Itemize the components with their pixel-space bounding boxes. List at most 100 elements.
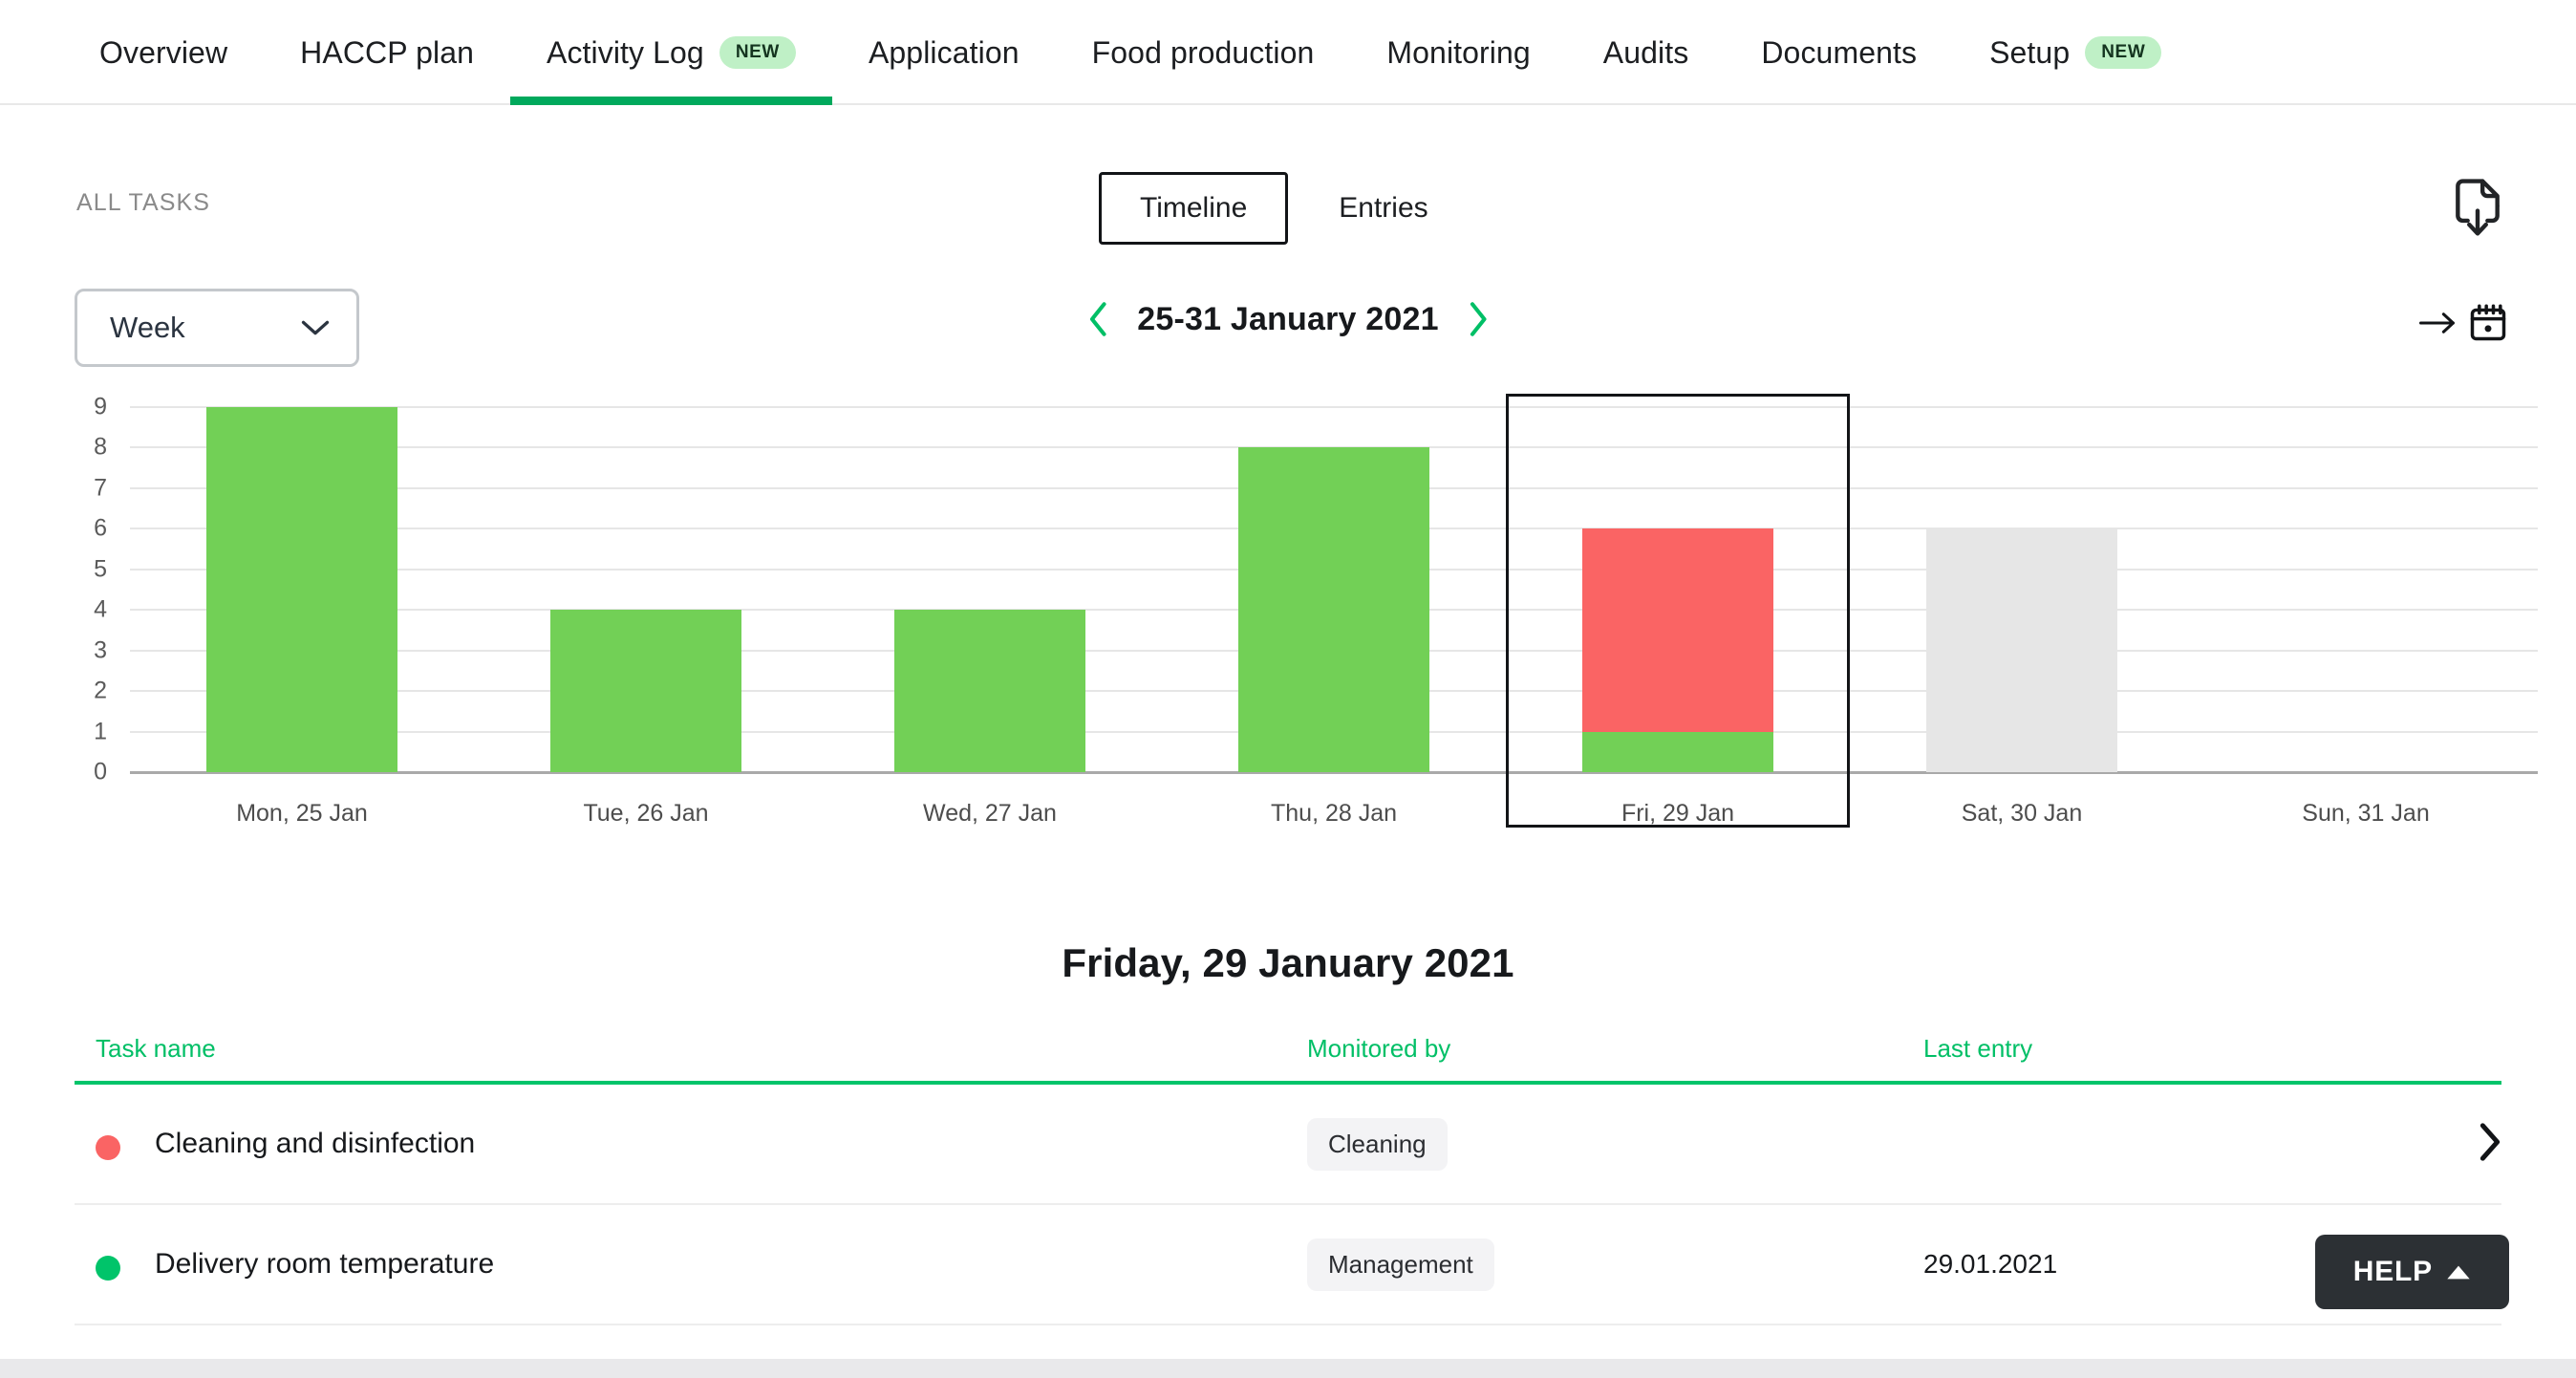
status-dot xyxy=(96,1135,120,1161)
calendar-icon xyxy=(2467,302,2509,349)
nav-item-documents[interactable]: Documents xyxy=(1725,0,1953,105)
bar-segment-completed xyxy=(1238,447,1429,772)
chart-column[interactable] xyxy=(2194,407,2538,772)
view-switch: Timeline Entries xyxy=(1099,172,1470,245)
nav-item-application[interactable]: Application xyxy=(832,0,1056,105)
y-axis-tick-label: 5 xyxy=(94,555,107,583)
app-page: Overview HACCP plan Activity Log NEW Applica… xyxy=(0,0,2576,1378)
nav-item-new-badge: NEW xyxy=(719,36,796,69)
chart-bar-stack xyxy=(2270,407,2461,772)
bar-segment-completed xyxy=(1582,731,1773,772)
cell-open-row xyxy=(2401,1122,2501,1167)
nav-item-new-badge: NEW xyxy=(2085,36,2162,69)
chart-bar-stack xyxy=(550,407,741,772)
tab-timeline[interactable]: Timeline xyxy=(1099,172,1289,245)
nav-item-label: Activity Log xyxy=(547,34,704,70)
range-select[interactable]: Week xyxy=(75,289,359,367)
jump-to-today-button[interactable] xyxy=(2419,302,2509,349)
chevron-down-icon xyxy=(301,319,330,336)
help-button-label: HELP xyxy=(2352,1256,2433,1287)
y-axis-tick-label: 2 xyxy=(94,677,107,704)
nav-item-label: Food production xyxy=(1091,34,1315,70)
chart-column[interactable] xyxy=(818,407,1162,772)
caret-up-icon xyxy=(2446,1256,2471,1288)
table-body: Cleaning and disinfection Cleaning Deliver… xyxy=(75,1085,2501,1325)
column-header-monitored-by: Monitored by xyxy=(1307,1034,1451,1063)
next-period-button[interactable] xyxy=(1466,300,1491,338)
bar-segment-pending xyxy=(1926,528,2117,772)
chart-plot xyxy=(130,406,2538,774)
chart-bar-stack xyxy=(206,407,397,772)
x-axis-tick-label: Wed, 27 Jan xyxy=(923,800,1057,827)
toolbar: ALL TASKS Timeline Entries xyxy=(0,151,2576,258)
nav-item-label: Documents xyxy=(1761,34,1918,70)
x-axis-tick-label: Sun, 31 Jan xyxy=(2302,800,2430,827)
chart-bar-stack xyxy=(1238,407,1429,772)
nav-item-label: Monitoring xyxy=(1386,34,1531,70)
chart-column[interactable] xyxy=(130,407,474,772)
chart-y-axis: 9 8 7 6 5 4 3 2 1 0 xyxy=(75,394,118,786)
column-header-last-entry: Last entry xyxy=(1923,1034,2033,1063)
chart-column[interactable] xyxy=(1162,407,1506,772)
table-row[interactable]: Delivery room temperature Management 29.01… xyxy=(75,1205,2501,1325)
bar-segment-completed xyxy=(894,610,1085,772)
activity-chart: 9 8 7 6 5 4 3 2 1 0 Mon, 25 Jan Tue, 26 Jan Wed, 27… xyxy=(0,394,2576,885)
y-axis-tick-label: 9 xyxy=(94,393,107,420)
nav-item-monitoring[interactable]: Monitoring xyxy=(1350,0,1566,105)
x-axis-tick-label: Tue, 26 Jan xyxy=(583,800,709,827)
chart-bar-stack xyxy=(1582,407,1773,772)
y-axis-tick-label: 1 xyxy=(94,718,107,745)
arrow-right-icon xyxy=(2419,311,2458,340)
period-label: 25-31 January 2021 xyxy=(1137,300,1439,337)
y-axis-tick-label: 0 xyxy=(94,758,107,786)
nav-item-label: Application xyxy=(868,34,1020,70)
x-axis-tick-label: Fri, 29 Jan xyxy=(1621,800,1735,827)
nav-item-haccp-plan[interactable]: HACCP plan xyxy=(264,0,510,105)
selected-day-heading: Friday, 29 January 2021 xyxy=(1062,940,1514,985)
y-axis-tick-label: 4 xyxy=(94,595,107,623)
document-download-icon[interactable] xyxy=(2448,176,2507,241)
cell-monitored-by: Management xyxy=(1307,1238,1923,1291)
cell-monitored-by: Cleaning xyxy=(1307,1117,1923,1171)
y-axis-tick-label: 3 xyxy=(94,636,107,664)
nav-item-audits[interactable]: Audits xyxy=(1567,0,1726,105)
chart-column[interactable] xyxy=(1506,407,1850,772)
chart-bar-stack xyxy=(1926,407,2117,772)
tasks-table: Task name Monitored by Last entry Cleani… xyxy=(75,1034,2501,1325)
help-button[interactable]: HELP xyxy=(2314,1235,2509,1309)
all-tasks-label: ALL TASKS xyxy=(76,189,211,216)
bar-segment-issues xyxy=(1582,528,1773,732)
period-navigation: 25-31 January 2021 xyxy=(1085,300,1491,338)
date-controls: Week 25-31 January 2021 xyxy=(0,283,2576,398)
nav-item-label: Overview xyxy=(99,34,228,70)
x-axis-tick-label: Sat, 30 Jan xyxy=(1961,800,2083,827)
nav-item-activity-log[interactable]: Activity Log NEW xyxy=(510,0,832,105)
nav-item-setup[interactable]: Setup NEW xyxy=(1953,0,2198,105)
cell-task-name: Delivery room temperature xyxy=(75,1248,1307,1281)
nav-item-overview[interactable]: Overview xyxy=(63,0,264,105)
chart-bar-stack xyxy=(894,407,1085,772)
table-row[interactable]: Cleaning and disinfection Cleaning xyxy=(75,1085,2501,1205)
bottom-strip xyxy=(0,1359,2576,1378)
x-axis-tick-label: Thu, 28 Jan xyxy=(1270,800,1398,827)
y-axis-tick-label: 6 xyxy=(94,514,107,542)
nav-item-label: Audits xyxy=(1602,34,1689,70)
previous-period-button[interactable] xyxy=(1085,300,1110,338)
chart-bars xyxy=(130,407,2538,772)
chart-column[interactable] xyxy=(1850,407,2194,772)
tab-entries[interactable]: Entries xyxy=(1298,172,1470,245)
nav-item-label: Setup xyxy=(1989,34,2071,70)
status-dot xyxy=(96,1256,120,1281)
y-axis-tick-label: 8 xyxy=(94,433,107,461)
nav-item-food-production[interactable]: Food production xyxy=(1056,0,1351,105)
column-header-task-name: Task name xyxy=(96,1034,216,1063)
range-select-value: Week xyxy=(110,311,185,344)
chart-column[interactable] xyxy=(474,407,818,772)
cell-task-name: Cleaning and disinfection xyxy=(75,1128,1307,1161)
main-navigation: Overview HACCP plan Activity Log NEW Applica… xyxy=(0,0,2576,105)
monitored-by-chip: Cleaning xyxy=(1307,1117,1448,1171)
chevron-right-icon[interactable] xyxy=(2479,1122,2501,1166)
bar-segment-completed xyxy=(550,610,741,772)
nav-item-label: HACCP plan xyxy=(300,34,474,70)
chart-x-axis: Mon, 25 Jan Tue, 26 Jan Wed, 27 Jan Thu, 28… xyxy=(130,772,2538,828)
